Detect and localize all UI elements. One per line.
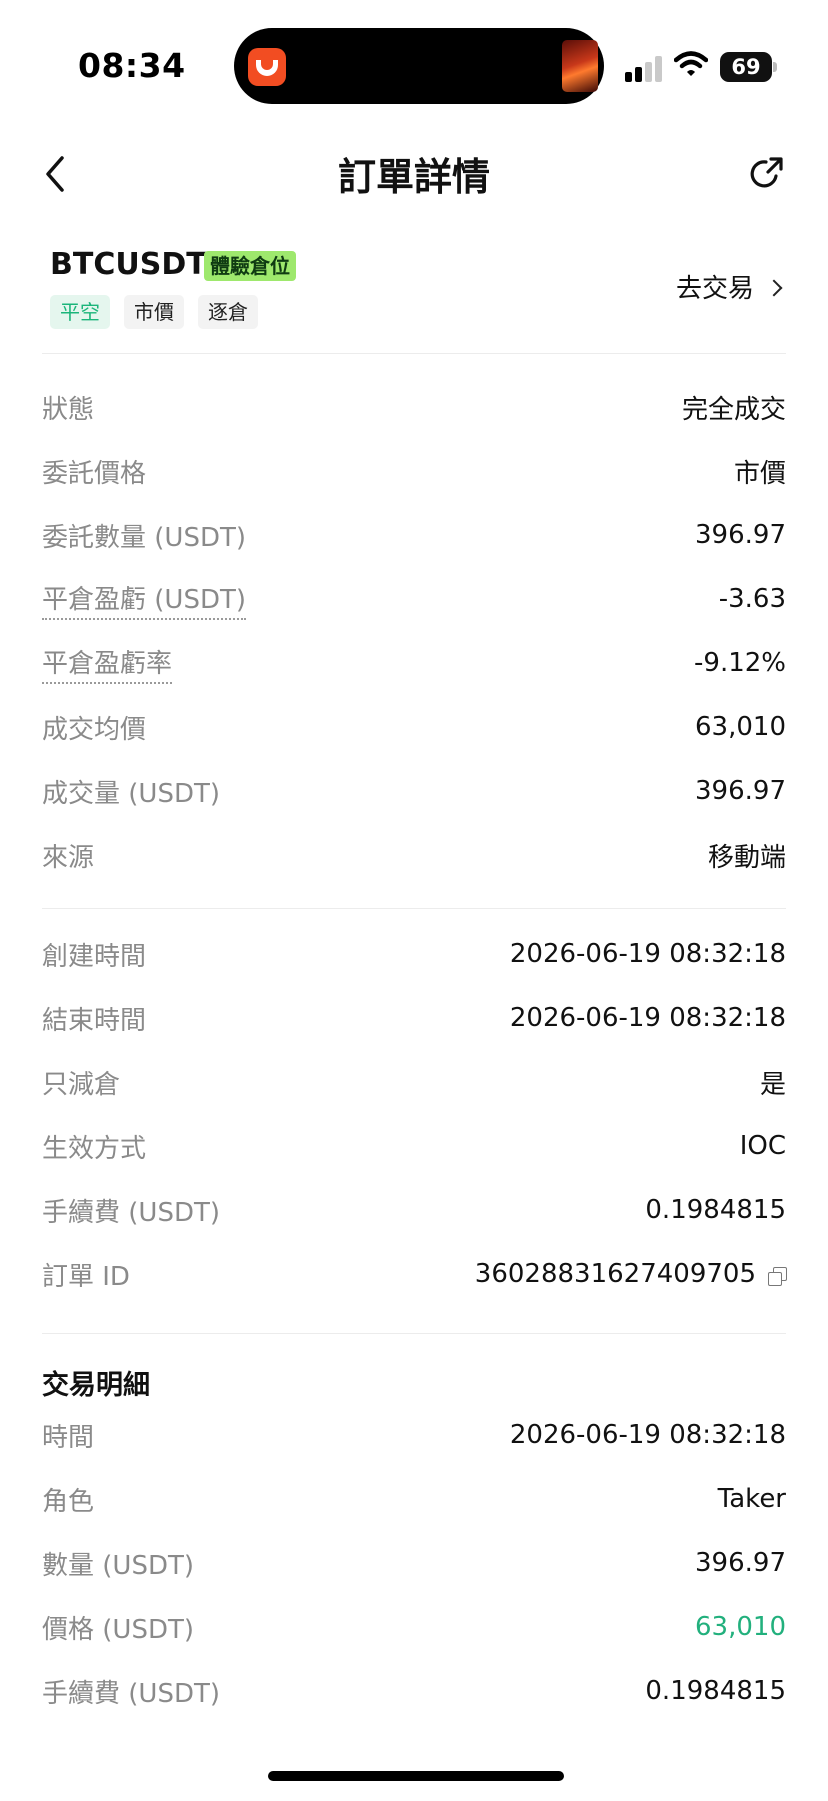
detail-label: 生效方式 [42, 1133, 147, 1164]
detail-value: -9.12% [694, 648, 786, 678]
detail-row-end-time: 結束時間 2026-06-19 08:32:18 [42, 998, 786, 1038]
detail-row-filled-qty: 成交量 (USDT) 396.97 [42, 771, 786, 811]
copy-icon[interactable] [768, 1267, 787, 1286]
trade-row-qty: 數量 (USDT) 396.97 [42, 1543, 786, 1583]
status-time: 08:34 [78, 46, 186, 85]
detail-value: 396.97 [695, 520, 786, 550]
detail-value: 完全成交 [681, 394, 786, 425]
signal-icon [625, 56, 665, 82]
demo-position-badge: 體驗倉位 [204, 251, 296, 281]
trade-label: 時間 [42, 1422, 95, 1453]
symbol-name: BTCUSDT [50, 247, 207, 282]
detail-label: 手續費 (USDT) [42, 1197, 220, 1228]
detail-value: 63,010 [695, 712, 786, 742]
trade-value: 0.1984815 [645, 1676, 786, 1706]
detail-row-avg-price: 成交均價 63,010 [42, 707, 786, 747]
battery-percent: 69 [731, 55, 761, 79]
order-tags: 平空 市價 逐倉 [50, 295, 258, 329]
tag-isolated: 逐倉 [198, 295, 258, 329]
detail-label: 來源 [42, 842, 95, 873]
detail-row-close-pnl: 平倉盈虧 (USDT) -3.63 [42, 579, 786, 620]
detail-row-order-price: 委託價格 市價 [42, 451, 786, 491]
order-id-value[interactable]: 360288316274097​05 [474, 1259, 787, 1289]
tomato-app-icon[interactable] [248, 48, 286, 86]
dynamic-island[interactable] [234, 28, 604, 104]
trade-label: 價格 (USDT) [42, 1614, 194, 1645]
detail-label: 只減倉 [42, 1069, 121, 1100]
close-pnl-rate-tooltip-label[interactable]: 平倉盈虧率 [42, 643, 173, 684]
trade-value: 396.97 [695, 1548, 786, 1578]
battery-cap [773, 62, 777, 72]
trade-price-value: 63,010 [695, 1612, 786, 1642]
go-trade-label: 去交易 [675, 274, 754, 304]
detail-value: IOC [739, 1131, 786, 1161]
detail-row-close-pnl-rate: 平倉盈虧率 -9.12% [42, 643, 786, 684]
chevron-right-icon [765, 279, 783, 296]
detail-row-created-time: 創建時間 2026-06-19 08:32:18 [42, 934, 786, 974]
detail-label: 成交均價 [42, 714, 147, 745]
go-trade-link[interactable]: 去交易 [675, 268, 783, 305]
detail-row-order-id: 訂單 ID 360288316274097​05 [42, 1254, 787, 1294]
detail-row-time-in-force: 生效方式 IOC [42, 1126, 786, 1166]
detail-value: 是 [759, 1069, 786, 1100]
detail-value: 2026-06-19 08:32:18 [509, 939, 786, 969]
detail-value: 2026-06-19 08:32:18 [509, 1003, 786, 1033]
detail-value: 市價 [733, 458, 786, 489]
detail-label: 結束時間 [42, 1005, 147, 1036]
detail-row-status: 狀態 完全成交 [42, 387, 786, 427]
detail-label: 委託價格 [42, 458, 147, 489]
detail-value: 移動端 [707, 842, 786, 873]
detail-label: 訂單 ID [42, 1261, 130, 1292]
trade-row-time: 時間 2026-06-19 08:32:18 [42, 1415, 786, 1455]
order-id-text: 360288316274097​05 [474, 1259, 756, 1289]
trade-details-title: 交易明細 [42, 1370, 150, 1401]
page-title: 訂單詳情 [337, 155, 490, 199]
divider [42, 1333, 786, 1334]
trade-label: 數量 (USDT) [42, 1550, 194, 1581]
detail-row-order-qty: 委託數量 (USDT) 396.97 [42, 515, 786, 555]
share-icon[interactable] [746, 154, 786, 194]
detail-label: 創建時間 [42, 941, 147, 972]
status-bar: 08:34 69 [0, 0, 828, 120]
close-pnl-tooltip-label[interactable]: 平倉盈虧 (USDT) [42, 579, 246, 620]
trade-row-role: 角色 Taker [42, 1479, 786, 1519]
detail-value: 0.1984815 [645, 1195, 786, 1225]
divider [42, 908, 786, 909]
detail-row-source: 來源 移動端 [42, 835, 786, 875]
tag-close-short: 平空 [50, 295, 110, 329]
album-art-icon[interactable] [562, 40, 598, 92]
trade-value: Taker [717, 1484, 786, 1514]
tag-market: 市價 [124, 295, 184, 329]
wifi-icon [674, 51, 708, 76]
battery-icon: 69 [720, 52, 772, 82]
detail-row-fee: 手續費 (USDT) 0.1984815 [42, 1190, 786, 1230]
trade-label: 角色 [42, 1486, 95, 1517]
detail-value: 396.97 [695, 776, 786, 806]
detail-label: 狀態 [42, 394, 95, 425]
divider [42, 353, 786, 354]
trade-value: 2026-06-19 08:32:18 [509, 1420, 786, 1450]
detail-value: -3.63 [718, 584, 786, 614]
detail-label: 成交量 (USDT) [42, 778, 220, 809]
detail-row-reduce-only: 只減倉 是 [42, 1062, 786, 1102]
detail-label: 委託數量 (USDT) [42, 522, 246, 553]
home-indicator[interactable] [268, 1771, 564, 1781]
trade-label: 手續費 (USDT) [42, 1678, 220, 1709]
trade-row-price: 價格 (USDT) 63,010 [42, 1607, 786, 1647]
trade-row-fee: 手續費 (USDT) 0.1984815 [42, 1671, 786, 1711]
